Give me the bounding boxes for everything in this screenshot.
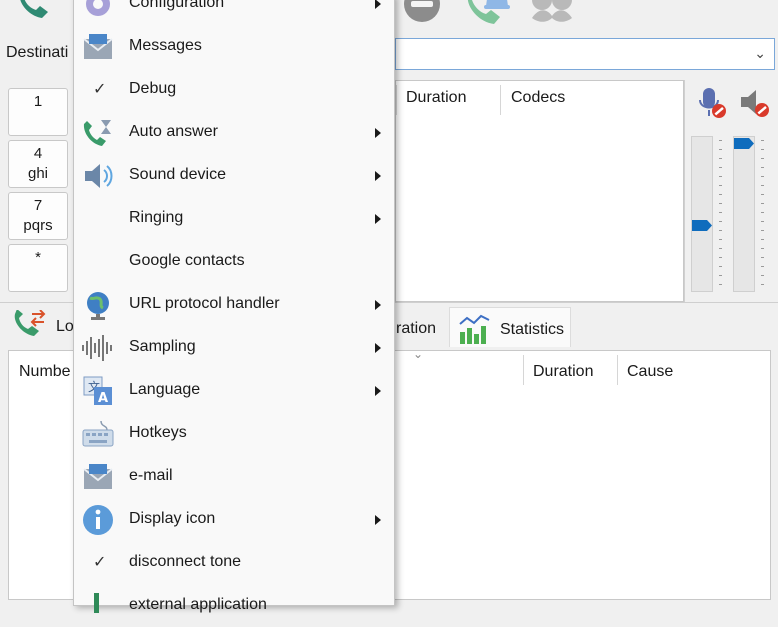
menu-item-disconnect-tone[interactable]: ✓ disconnect tone	[74, 541, 394, 584]
submenu-arrow-icon	[375, 0, 381, 9]
phone-icon	[94, 593, 99, 613]
dialpad-key[interactable]: 7 pqrs	[8, 192, 68, 240]
dialpad-digit: *	[35, 249, 41, 266]
dialpad-key[interactable]: 1	[8, 88, 68, 136]
column-separator	[523, 355, 524, 385]
language-icon: 文 A	[83, 376, 112, 406]
menu-item-label: Sound device	[129, 166, 226, 183]
settings-context-menu: Configuration Messages ✓ Debug Auto answ…	[73, 0, 395, 613]
menu-item-label: Hotkeys	[129, 424, 187, 441]
menu-item-label: Auto answer	[129, 123, 218, 140]
dialpad-key[interactable]: *	[8, 244, 68, 292]
menu-item-google-contacts[interactable]: Google contacts	[74, 240, 394, 283]
submenu-arrow-icon	[375, 171, 381, 181]
menu-item-email[interactable]: e-mail	[74, 455, 394, 498]
dialpad-letters: ghi	[27, 165, 49, 182]
phone-bell-icon[interactable]	[462, 0, 516, 32]
tab-statistics-label: Statistics	[500, 321, 565, 338]
submenu-arrow-icon	[375, 300, 381, 310]
checkmark-icon: ✓	[93, 554, 107, 571]
menu-item-sound-device[interactable]: Sound device	[74, 154, 394, 197]
menu-item-label: Ringing	[129, 209, 184, 226]
menu-item-label: Language	[129, 381, 201, 398]
statistics-chart-icon	[459, 314, 490, 344]
tab-statistics[interactable]: Statistics	[449, 307, 571, 347]
destination-label: Destinati	[6, 44, 69, 61]
speaker-muted-icon[interactable]	[739, 88, 771, 120]
menu-item-external-application[interactable]: external application	[74, 584, 394, 627]
menu-item-label: Configuration	[129, 0, 225, 11]
menu-item-ringing[interactable]: Ringing	[74, 197, 394, 240]
dialpad-key[interactable]: 4 ghi	[8, 140, 68, 188]
menu-item-label: Display icon	[129, 510, 216, 527]
slider-ticks	[761, 140, 764, 288]
dialpad-digit: 4	[33, 145, 43, 162]
speaker-volume-slider[interactable]	[733, 136, 755, 292]
chevron-down-icon[interactable]: ⌄	[754, 45, 766, 62]
column-separator	[617, 355, 618, 385]
calls-table[interactable]: Duration Codecs	[395, 80, 684, 302]
checkmark-icon: ✓	[93, 81, 107, 98]
destination-combobox[interactable]: ⌄	[395, 38, 775, 70]
gear-icon	[86, 0, 110, 16]
column-header-duration[interactable]: Duration	[406, 89, 466, 107]
menu-item-label: Debug	[129, 80, 177, 97]
submenu-arrow-icon	[375, 343, 381, 353]
menu-item-hotkeys[interactable]: Hotkeys	[74, 412, 394, 455]
phone-icon[interactable]	[14, 0, 54, 24]
menu-item-label: Google contacts	[129, 252, 245, 269]
globe-icon	[87, 292, 109, 320]
microphone-volume-slider[interactable]	[691, 136, 713, 292]
menu-item-sampling[interactable]: Sampling	[74, 326, 394, 369]
menu-item-label: e-mail	[129, 467, 173, 484]
column-separator	[396, 85, 397, 115]
microphone-muted-icon[interactable]	[697, 86, 727, 120]
envelope-icon	[83, 464, 113, 489]
submenu-arrow-icon	[375, 515, 381, 525]
svg-text:A: A	[98, 391, 108, 406]
slider-ticks	[719, 140, 722, 288]
mustache-icon[interactable]	[528, 0, 576, 30]
speaker-icon	[85, 164, 113, 188]
column-header-number[interactable]: Numbe	[19, 363, 71, 381]
menu-item-label: Sampling	[129, 338, 196, 355]
menu-item-label: disconnect tone	[129, 553, 242, 570]
volume-panel	[684, 80, 778, 302]
menu-item-language[interactable]: 文 A Language	[74, 369, 394, 412]
sort-indicator-icon: ⌄	[413, 347, 424, 361]
menu-item-label: external application	[129, 596, 267, 613]
submenu-arrow-icon	[375, 214, 381, 224]
menu-item-auto-answer[interactable]: Auto answer	[74, 111, 394, 154]
menu-item-display-icon[interactable]: Display icon	[74, 498, 394, 541]
menu-item-messages[interactable]: Messages	[74, 25, 394, 68]
column-separator	[500, 85, 501, 115]
info-icon	[83, 505, 113, 535]
hangup-icon[interactable]	[402, 0, 442, 26]
column-header-codecs[interactable]: Codecs	[511, 89, 565, 107]
tab-log[interactable]: Lo	[6, 307, 76, 347]
column-header-duration[interactable]: Duration	[533, 363, 593, 381]
submenu-arrow-icon	[375, 128, 381, 138]
keyboard-icon	[82, 420, 114, 447]
menu-item-label: Messages	[129, 37, 202, 54]
call-log-icon	[14, 310, 46, 336]
waveform-icon	[82, 335, 112, 361]
tab-log-label: Lo	[56, 318, 74, 335]
dialpad-digit: 1	[33, 93, 43, 110]
menu-item-url-protocol-handler[interactable]: URL protocol handler	[74, 283, 394, 326]
menu-item-debug[interactable]: ✓ Debug	[74, 68, 394, 111]
column-header-cause[interactable]: Cause	[627, 363, 673, 381]
dialpad-digit: 7	[33, 197, 43, 214]
menu-item-label: URL protocol handler	[129, 295, 280, 312]
envelope-icon	[83, 34, 113, 59]
submenu-arrow-icon	[375, 386, 381, 396]
menu-item-configuration[interactable]: Configuration	[74, 0, 394, 25]
tab-configuration-label[interactable]: ration	[396, 320, 436, 338]
dialpad-letters: pqrs	[23, 217, 53, 234]
phone-hourglass-icon	[83, 120, 111, 146]
